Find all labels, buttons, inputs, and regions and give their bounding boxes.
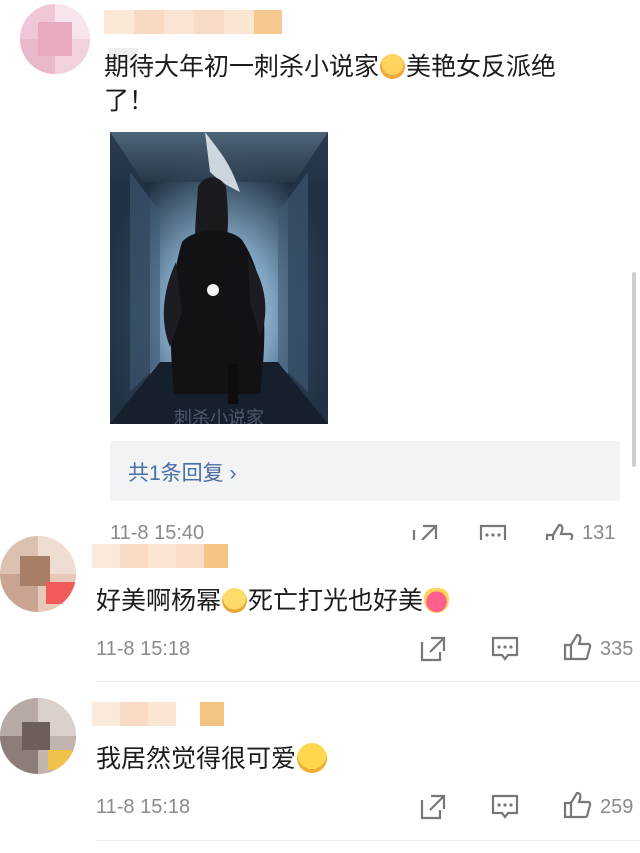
like-count: 259 <box>600 796 634 818</box>
username[interactable] <box>92 544 228 568</box>
comment-icon[interactable] <box>490 792 520 822</box>
avatar[interactable] <box>0 698 76 774</box>
username[interactable] <box>92 702 224 726</box>
username[interactable] <box>104 10 282 34</box>
thumbs-up-icon[interactable] <box>562 632 592 662</box>
scrollbar[interactable] <box>632 272 636 467</box>
comment-3: 我居然觉得很可爱 11-8 15:18 259 <box>0 690 640 853</box>
avatar[interactable] <box>0 536 76 612</box>
poster-art: 刺杀小说家 <box>110 132 328 424</box>
comment-text: 好美啊杨幂 死亡打光也好美 <box>96 584 616 618</box>
comment-icon[interactable] <box>490 634 520 664</box>
comment-time: 11-8 15:18 <box>96 638 191 660</box>
avatar[interactable] <box>20 4 90 74</box>
poster-caption: 刺杀小说家 <box>174 408 264 424</box>
view-replies-label: 共1条回复 › <box>128 462 237 485</box>
view-replies-button[interactable]: 共1条回复 › <box>110 441 620 501</box>
comment-text: 我居然觉得很可爱 <box>96 742 616 776</box>
comment-2: 好美啊杨幂 死亡打光也好美 11-8 15:18 335 <box>0 530 640 682</box>
poster-image[interactable]: 刺杀小说家 <box>110 132 328 424</box>
comment-text-part: 死亡打光也好美 <box>248 586 424 615</box>
comment-text-part: 了！ <box>104 86 155 115</box>
chevron-right-icon: › <box>229 462 237 485</box>
share-icon[interactable] <box>418 634 448 664</box>
like-count: 335 <box>600 638 634 660</box>
divider <box>96 840 640 841</box>
pleading-face-emoji <box>222 588 248 613</box>
comment-time: 11-8 15:18 <box>96 796 191 818</box>
heart-with-ribbon-emoji <box>424 588 450 613</box>
comment-text-part: 期待大年初一刺杀小说家 <box>104 52 380 81</box>
scream-face-emoji <box>380 54 406 79</box>
thumbs-up-icon[interactable] <box>562 790 592 820</box>
smiling-face-emoji <box>297 743 328 773</box>
comment-text-part: 我居然觉得很可爱 <box>96 744 297 773</box>
comment-text-part: 美艳女反派绝 <box>406 52 557 81</box>
comment-text: 期待大年初一刺杀小说家 美艳女反派绝 了！ <box>104 50 624 118</box>
comment-1: 期待大年初一刺杀小说家 美艳女反派绝 了！ 刺杀小说家 共1条回复 › 11-8… <box>0 0 640 540</box>
divider <box>96 681 640 682</box>
share-icon[interactable] <box>418 792 448 822</box>
comment-text-part: 好美啊杨幂 <box>96 586 222 615</box>
